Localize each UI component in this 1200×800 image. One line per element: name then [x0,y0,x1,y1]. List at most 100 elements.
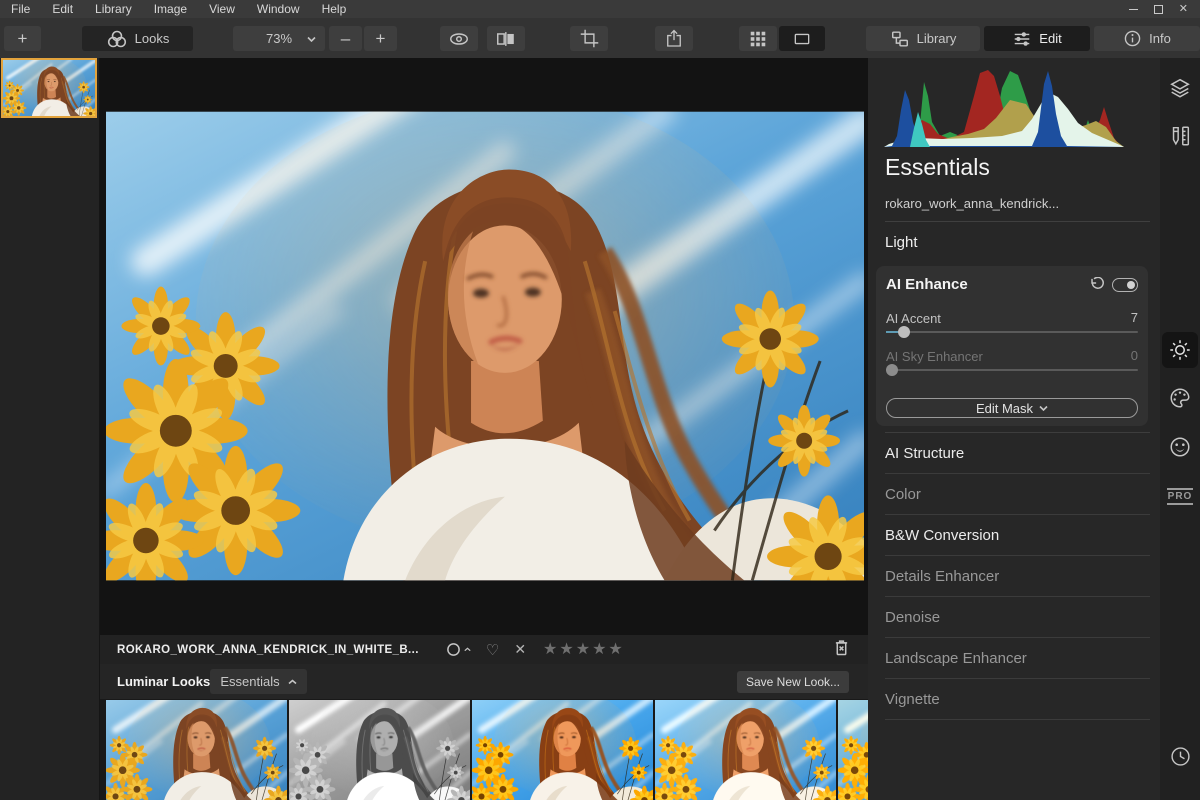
ai-accent-slider[interactable] [886,326,1138,338]
chevron-down-icon [307,36,316,42]
palette-icon [1170,388,1190,408]
look-thumbnail[interactable] [838,700,868,800]
favorite-heart-icon[interactable]: ♡ [486,641,499,659]
maximize-button[interactable] [1153,4,1163,14]
filmstrip-sidebar [0,58,100,800]
tab-info[interactable]: Info [1094,26,1200,51]
clock-icon [1170,746,1190,766]
crop-button[interactable] [570,26,608,51]
essentials-category-button[interactable] [1162,332,1198,368]
edit-sliders-icon [1015,31,1030,46]
professional-category-button[interactable]: PRO [1160,478,1200,514]
filter-vignette[interactable]: Vignette [885,679,1150,720]
tab-library-label: Library [916,31,957,46]
history-button[interactable] [1160,738,1200,774]
slider-thumb[interactable] [886,364,898,376]
rating-star-icon[interactable]: ★ [608,641,622,658]
look-thumbnail[interactable] [106,700,287,800]
rating-star-icon[interactable]: ★ [592,641,606,658]
edit-canvas [100,58,868,635]
info-icon [1124,30,1141,47]
ai-accent-value: 7 [1130,310,1138,325]
zoom-level-value: 73% [265,31,293,46]
histogram[interactable] [884,62,1124,147]
ai-sky-enhancer-label: AI Sky Enhancer [886,349,983,364]
filter-details-enhancer[interactable]: Details Enhancer [885,556,1150,597]
tab-info-label: Info [1149,31,1171,46]
slider-thumb[interactable] [897,326,910,338]
reject-x-icon[interactable]: ✕ [514,641,526,658]
menu-edit[interactable]: Edit [41,1,84,17]
filter-enabled-toggle[interactable] [1112,278,1138,292]
look-thumbnail[interactable] [472,700,653,800]
single-image-view-button[interactable] [779,26,825,51]
zoom-level-select[interactable]: 73% [233,26,325,51]
selected-image-thumbnail[interactable] [1,58,97,118]
minimize-button[interactable] [1128,8,1138,10]
menu-window[interactable]: Window [246,1,311,17]
rating-star-icon[interactable]: ★ [559,641,573,658]
menu-image[interactable]: Image [143,1,198,17]
zoom-in-button[interactable]: + [364,26,397,51]
edit-side-panel: Essentials rokaro_work_anna_kendrick... … [868,58,1160,800]
luminar-app-window: File Edit Library Image View Window Help… [0,0,1200,800]
tab-edit[interactable]: Edit [984,26,1090,51]
reset-filter-button[interactable] [1089,276,1104,296]
menu-view[interactable]: View [198,1,246,17]
adjustments-list: AI Structure Color B&W Conversion Detail… [885,432,1150,720]
color-label-dropdown[interactable] [446,642,471,657]
rating-star-icon[interactable]: ★ [576,641,590,658]
canvas-tools-button[interactable] [1160,118,1200,154]
close-button[interactable]: ✕ [1179,3,1188,14]
filter-denoise[interactable]: Denoise [885,597,1150,638]
tab-library[interactable]: Library [866,26,980,51]
looks-collection-dropdown[interactable]: Essentials [210,669,307,694]
filter-light[interactable]: Light [885,234,918,251]
export-share-button[interactable] [655,26,693,51]
rating-star-icon[interactable]: ★ [543,641,557,658]
edit-mask-button[interactable]: Edit Mask [886,398,1138,418]
menu-bar: File Edit Library Image View Window Help [0,1,357,17]
add-image-button[interactable]: + [4,26,41,51]
menu-help[interactable]: Help [311,1,358,17]
filter-bw-conversion[interactable]: B&W Conversion [885,515,1150,556]
looks-button-label: Looks [134,31,170,46]
toolbar: + Looks 73% – + Library Edit Info [0,18,1200,58]
portrait-category-button[interactable] [1160,429,1200,465]
look-thumbnail[interactable] [655,700,836,800]
color-label-circle-icon [446,643,460,656]
window-controls: ✕ [1128,3,1200,14]
crop-icon [580,29,598,48]
save-new-look-button[interactable]: Save New Look... [737,671,849,693]
grid-view-icon [750,31,766,46]
look-thumbnail[interactable] [289,700,470,800]
layers-panel-button[interactable] [1160,70,1200,106]
delete-trash-button[interactable] [834,639,849,661]
layers-icon [1170,78,1190,98]
luminar-looks-label: Luminar Looks: [117,674,215,689]
compare-icon [497,31,514,46]
looks-toggle-button[interactable]: Looks [82,26,193,51]
menu-file[interactable]: File [0,1,41,17]
zoom-out-button[interactable]: – [329,26,362,51]
before-after-compare-button[interactable] [487,26,525,51]
filter-color[interactable]: Color [885,474,1150,515]
sun-icon [1170,340,1190,360]
filter-ai-structure[interactable]: AI Structure [885,433,1150,474]
image-filename: ROKARO_WORK_ANNA_KENDRICK_IN_WHITE_B... [117,643,419,656]
filter-landscape-enhancer[interactable]: Landscape Enhancer [885,638,1150,679]
gallery-grid-view-button[interactable] [739,26,777,51]
ai-sky-enhancer-slider[interactable] [886,364,1138,376]
share-icon [667,29,681,47]
luminar-looks-bar: Luminar Looks: Essentials Save New Look.… [100,664,868,699]
quick-preview-button[interactable] [440,26,478,51]
titlebar: File Edit Library Image View Window Help… [0,0,1200,18]
main-photo[interactable] [106,111,864,581]
chevron-up-icon [464,647,471,652]
chevron-up-icon [288,678,297,684]
creative-category-button[interactable] [1160,380,1200,416]
undo-icon [1091,276,1104,289]
rating-controls: ♡ ✕ ★ ★ ★ ★ ★ [446,641,623,659]
divider [885,221,1150,222]
menu-library[interactable]: Library [84,1,143,17]
